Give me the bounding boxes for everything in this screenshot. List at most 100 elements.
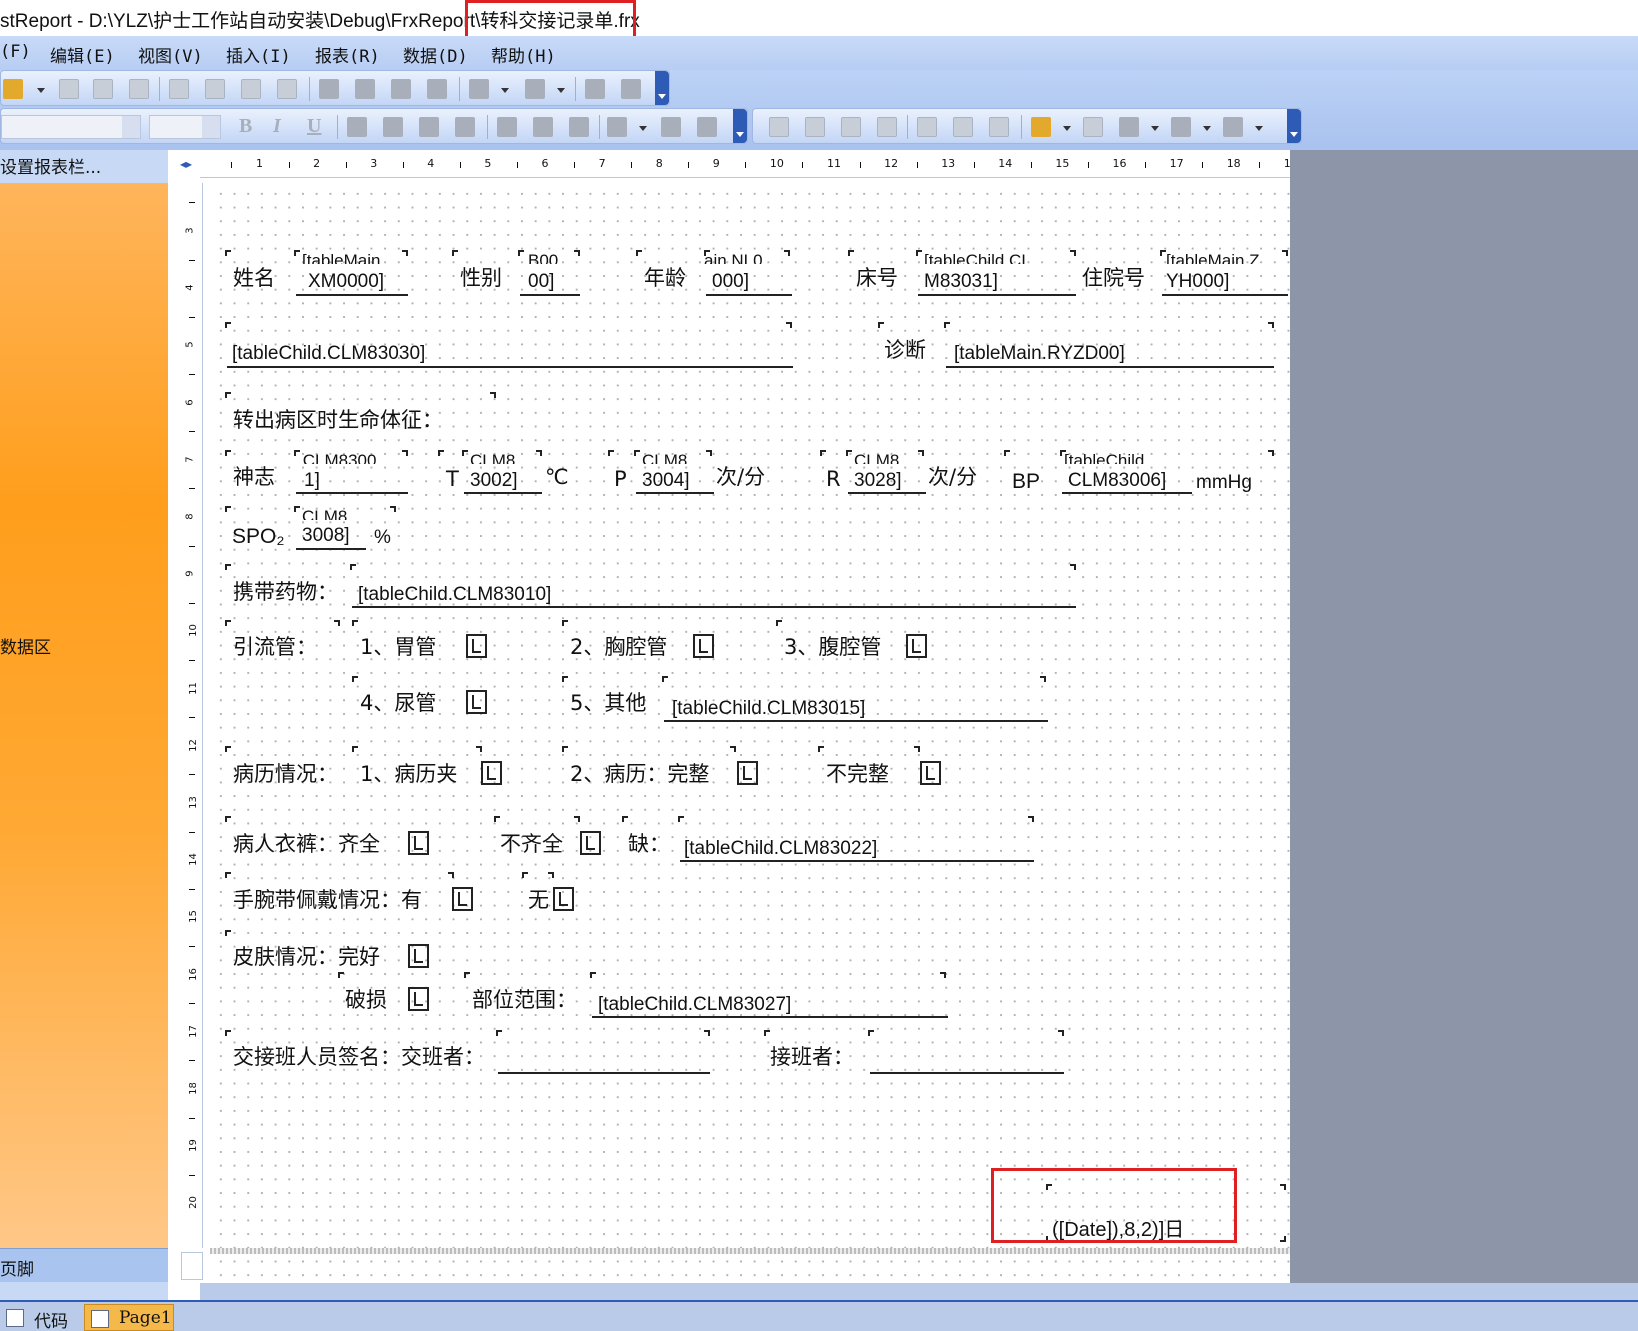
cut-icon[interactable] [319,79,339,99]
redo-dropdown-icon[interactable] [557,88,565,93]
label-name[interactable]: 姓名 [233,268,275,289]
field-drain-other[interactable]: [tableChild.CLM83015] [672,699,865,718]
align-center-icon[interactable] [383,117,403,137]
delete-page-icon[interactable] [241,79,261,99]
frame-icon[interactable] [1083,117,1103,137]
menu-report[interactable]: 报表(R) [315,42,380,67]
line-style-dropdown-icon[interactable] [1255,126,1263,131]
chevron-down-icon[interactable] [202,116,220,138]
label-pulse[interactable]: P [614,469,627,490]
handover-sign-line[interactable] [498,1072,710,1074]
drain-opt-chest[interactable]: 2、胸腔管 [570,637,667,658]
band-config-label[interactable]: 设置报表栏... [0,150,168,180]
field-sex-top[interactable]: B00 [528,252,558,264]
group-icon[interactable] [585,79,605,99]
field-temperature[interactable]: 3002] [470,471,518,490]
copy-icon[interactable] [355,79,375,99]
checkbox-wristband-yes[interactable] [452,887,473,911]
label-missing[interactable]: 缺： [628,834,670,855]
label-diagnosis[interactable]: 诊断 [884,340,926,361]
label-sex[interactable]: 性别 [460,268,502,289]
wristband-opt-no[interactable]: 无 [528,890,549,911]
field-respiration[interactable]: 3028] [854,471,902,490]
menu-view[interactable]: 视图(V) [138,42,203,67]
valign-middle-icon[interactable] [533,117,553,137]
field-age[interactable]: 000] [712,272,749,291]
checkbox-chest[interactable] [693,634,714,658]
menu-insert[interactable]: 插入(I) [226,42,291,67]
label-bp-unit[interactable]: mmHg [1196,473,1252,492]
text-color-dropdown-icon[interactable] [639,126,647,131]
align-left-icon[interactable] [347,117,367,137]
checkbox-clothes-incomplete[interactable] [580,831,601,855]
checkbox-incomplete[interactable] [920,761,941,785]
border-shadow-icon[interactable] [989,117,1009,137]
open-icon[interactable] [3,79,23,99]
underline-icon[interactable]: U [307,115,321,138]
bold-icon[interactable]: B [239,115,252,138]
text-color-icon[interactable] [607,117,627,137]
line-color-icon[interactable] [1119,117,1139,137]
chevron-down-icon[interactable] [122,116,140,138]
field-inpatient-no-top[interactable]: [tableMain.Z [1166,252,1260,264]
checkbox-skin-damaged[interactable] [408,987,429,1011]
line-width-dropdown-icon[interactable] [1203,126,1211,131]
border-toolbar-grip[interactable] [1287,109,1301,143]
ruler-toggle-icon[interactable]: ◂▸ [180,157,192,171]
field-inpatient-no[interactable]: YH000] [1166,272,1229,291]
menu-help[interactable]: 帮助(H) [491,42,556,67]
field-bed[interactable]: M83031] [924,272,998,291]
label-temperature[interactable]: T [446,469,459,490]
menu-file[interactable]: (F) [0,42,31,62]
label-clothes[interactable]: 病人衣裤：齐全 [233,834,380,855]
field-dept[interactable]: [tableChild.CLM83030] [232,344,425,363]
field-consciousness[interactable]: 1] [304,471,320,490]
label-skin-range[interactable]: 部位范围： [472,990,577,1011]
clothes-opt-incomplete[interactable]: 不齐全 [500,834,563,855]
label-vitals-title[interactable]: 转出病区时生命体征： [233,410,443,431]
menu-data[interactable]: 数据(D) [403,42,468,67]
checkbox-wristband-no[interactable] [553,887,574,911]
field-skin-range[interactable]: [tableChild.CLM83027] [598,995,791,1014]
font-size-combo[interactable] [149,115,221,139]
label-spo2[interactable]: SPO₂ [232,526,285,547]
field-name[interactable]: XM0000] [308,272,384,291]
label-bed[interactable]: 床号 [856,268,898,289]
field-age-top[interactable]: ain.NL0 [704,252,763,264]
label-pulse-unit[interactable]: 次/分 [716,467,765,488]
justify-icon[interactable] [455,117,475,137]
menu-edit[interactable]: 编辑(E) [50,42,115,67]
align-right-icon[interactable] [419,117,439,137]
fill-dropdown-icon[interactable] [1063,126,1071,131]
field-spo2-top[interactable]: CLM8 [302,508,347,520]
field-sex[interactable]: 00] [528,272,554,291]
label-inpatient-no[interactable]: 住院号 [1082,268,1145,289]
ungroup-icon[interactable] [621,79,641,99]
format-painter-icon[interactable] [427,79,447,99]
label-temperature-unit[interactable]: ℃ [545,467,569,488]
drain-opt-urinary[interactable]: 4、尿管 [360,693,436,714]
label-spo2-unit[interactable]: % [374,528,391,547]
skin-opt-damaged[interactable]: 破损 [345,990,387,1011]
label-signature[interactable]: 交接班人员签名：交班者： [233,1047,485,1068]
field-bp[interactable]: CLM83006] [1068,471,1166,490]
border-all-icon[interactable] [917,117,937,137]
label-drainage[interactable]: 引流管： [233,637,317,658]
label-bp[interactable]: BP [1012,471,1040,492]
border-right-icon[interactable] [877,117,897,137]
label-receiver[interactable]: 接班者： [770,1047,854,1068]
save-icon[interactable] [59,79,79,99]
field-bp-top[interactable]: [tableChild. [1064,452,1149,464]
drain-opt-other[interactable]: 5、其他 [570,693,646,714]
label-medical-record[interactable]: 病历情况： [233,764,338,785]
field-drugs[interactable]: [tableChild.CLM83010] [358,585,551,604]
highlight-icon[interactable] [661,117,681,137]
page-setup-icon[interactable] [277,79,297,99]
border-bottom-icon[interactable] [805,117,825,137]
checkbox-urinary[interactable] [466,690,487,714]
border-top-icon[interactable] [769,117,789,137]
field-bed-top[interactable]: [tableChild.CL [924,252,1031,264]
tab-page1[interactable]: Page1 [84,1304,174,1331]
label-age[interactable]: 年龄 [644,268,686,289]
save-all-icon[interactable] [93,79,113,99]
